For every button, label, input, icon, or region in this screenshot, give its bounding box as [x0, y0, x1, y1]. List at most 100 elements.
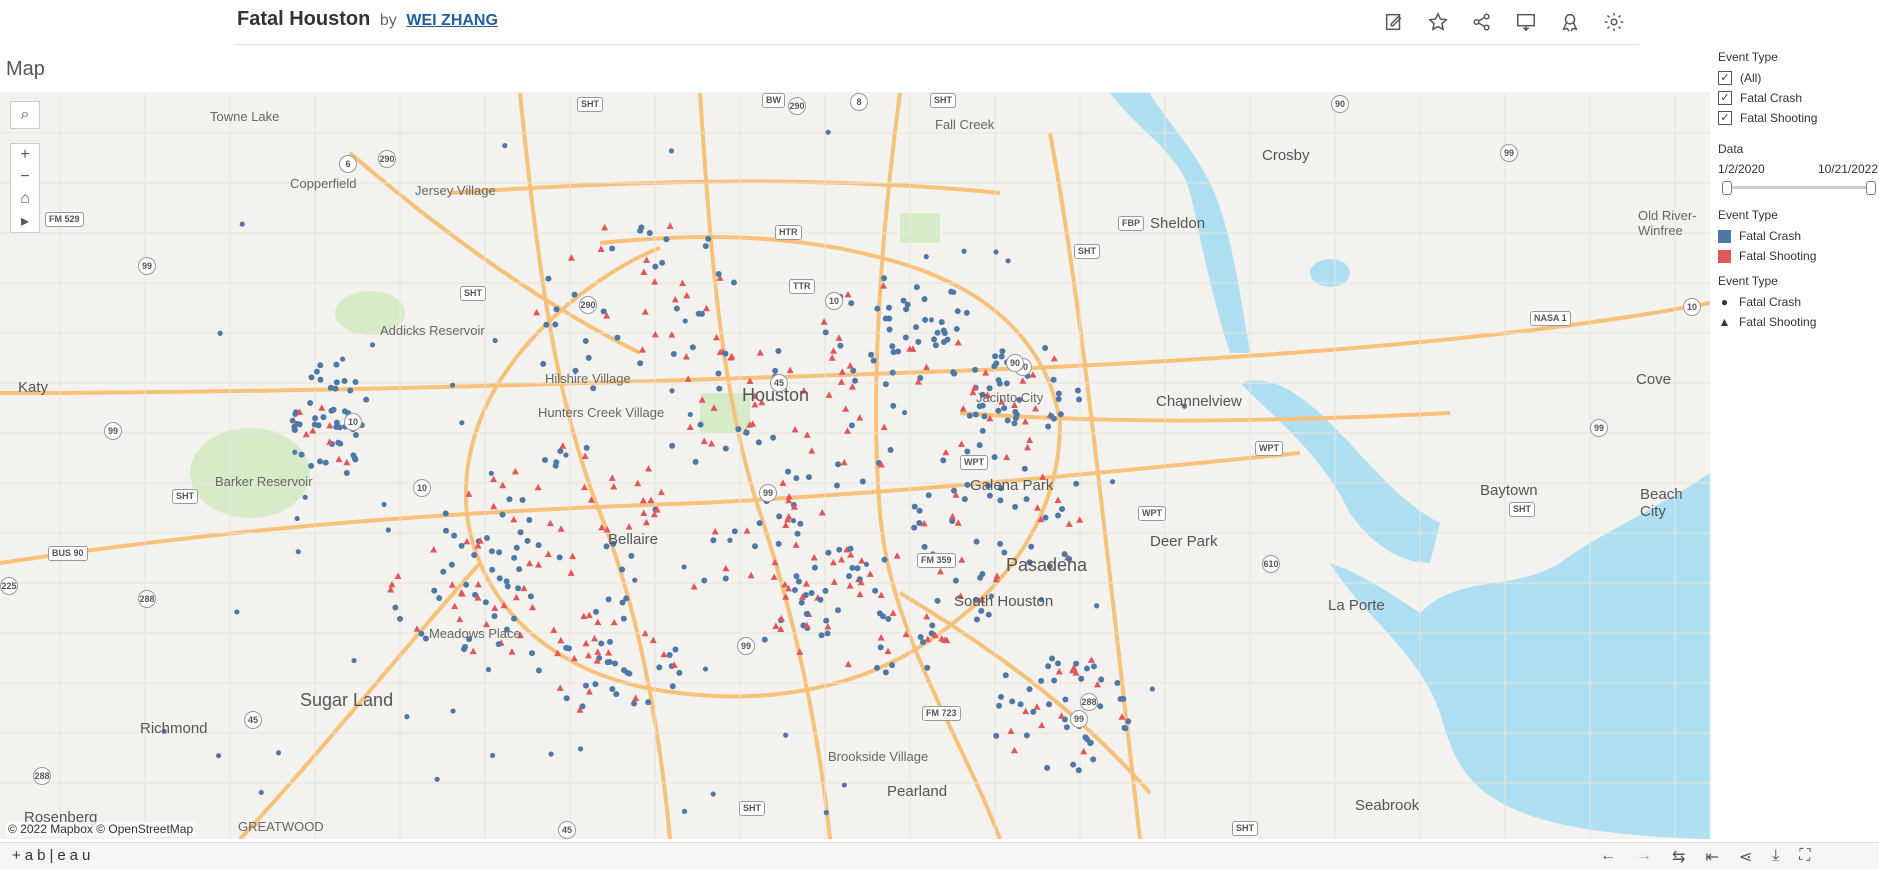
fatal-crash-mark [997, 693, 1004, 700]
zoom-in-icon[interactable]: + [11, 144, 39, 166]
slider-end-handle[interactable] [1866, 181, 1876, 195]
share-icon[interactable]: ⋖ [1739, 847, 1752, 867]
road [698, 93, 832, 839]
fatal-crash-mark [697, 421, 704, 428]
filter-label: Fatal Shooting [1740, 111, 1818, 125]
color-legend-item[interactable]: Fatal Crash [1718, 226, 1878, 246]
fatal-shooting-mark [580, 612, 588, 620]
fatal-crash-mark [333, 361, 340, 368]
fatal-crash-mark [320, 414, 327, 421]
comment-icon[interactable] [1512, 8, 1540, 36]
fatal-shooting-mark [1054, 496, 1062, 503]
highway-shield: SHT [460, 286, 486, 301]
edit-icon[interactable] [1380, 8, 1408, 36]
reset-icon[interactable]: ⇤ [1705, 847, 1718, 867]
fatal-crash-mark [803, 610, 810, 617]
fatal-shooting-mark [508, 648, 516, 655]
checkbox[interactable]: ✓ [1718, 91, 1732, 105]
fatal-shooting-mark [474, 580, 482, 588]
date-start: 1/2/2020 [1718, 162, 1765, 176]
fatal-crash-mark [553, 459, 560, 466]
fatal-crash-mark [689, 344, 696, 351]
place-label: Pearland [887, 783, 948, 800]
fatal-shooting-mark [580, 483, 588, 491]
highway-shield: 45 [558, 821, 576, 839]
fatal-crash-mark [545, 275, 552, 282]
fatal-shooting-mark [923, 363, 931, 371]
fatal-shooting-mark [690, 582, 698, 590]
share-icon[interactable] [1468, 8, 1496, 36]
fatal-crash-mark [302, 494, 308, 500]
filter-item[interactable]: ✓ Fatal Crash [1718, 88, 1878, 108]
fatal-crash-mark [916, 520, 923, 527]
favorite-star-icon[interactable] [1424, 8, 1452, 36]
revert-icon[interactable]: ⇆ [1672, 847, 1685, 867]
settings-gear-icon[interactable] [1600, 8, 1628, 36]
highway-shield: 99 [104, 422, 122, 440]
fatal-crash-mark [889, 343, 896, 350]
slider-start-handle[interactable] [1722, 181, 1732, 195]
divider [237, 44, 1639, 45]
fatal-shooting-mark [567, 569, 575, 576]
fatal-crash-mark [997, 540, 1004, 547]
map-search-icon[interactable]: ⌕ [10, 101, 40, 129]
date-range-slider[interactable] [1722, 180, 1876, 195]
fatal-crash-mark [698, 310, 705, 317]
fatal-shooting-mark [877, 591, 885, 598]
fatal-crash-mark [631, 700, 638, 707]
highway-shield: 290 [378, 150, 396, 168]
shape-legend-item[interactable]: ● Fatal Crash [1718, 292, 1878, 312]
bottom-actions: ← → ⇆ ⇤ ⋖ ⤓ ⛶ [1600, 847, 1811, 867]
download-icon[interactable]: ⤓ [1772, 847, 1779, 867]
filter-item[interactable]: ✓ Fatal Shooting [1718, 108, 1878, 128]
fatal-crash-mark [292, 449, 298, 455]
filter-item[interactable]: ✓ (All) [1718, 68, 1878, 88]
checkbox[interactable]: ✓ [1718, 71, 1732, 85]
checkbox[interactable]: ✓ [1718, 111, 1732, 125]
fatal-shooting-mark [686, 423, 694, 431]
place-label: Channelview [1156, 393, 1242, 410]
fullscreen-icon[interactable]: ⛶ [1799, 847, 1810, 867]
fatal-crash-mark [519, 497, 526, 504]
fatal-crash-mark [991, 363, 998, 370]
fatal-shooting-mark [1019, 377, 1027, 384]
shape-legend-item[interactable]: ▲ Fatal Shooting [1718, 312, 1878, 332]
zoom-out-icon[interactable]: − [11, 166, 39, 188]
redo-icon[interactable]: → [1636, 847, 1652, 867]
home-icon[interactable]: ⌂ [11, 188, 39, 210]
fatal-crash-mark [895, 348, 902, 355]
fatal-crash-mark [722, 575, 729, 582]
fatal-shooting-mark [820, 318, 828, 325]
fatal-crash-mark [913, 324, 920, 331]
fatal-shooting-mark [343, 458, 351, 466]
fatal-crash-mark [585, 354, 592, 361]
fatal-shooting-mark [829, 558, 837, 566]
fatal-crash-mark [710, 791, 716, 797]
fatal-crash-mark [772, 367, 779, 374]
fatal-crash-mark [756, 520, 763, 527]
pan-arrow-icon[interactable]: ▸ [11, 210, 39, 232]
fatal-shooting-mark [660, 650, 668, 658]
fatal-crash-mark [489, 752, 496, 759]
fatal-crash-mark [795, 578, 802, 585]
award-icon[interactable] [1556, 8, 1584, 36]
fatal-crash-mark [751, 543, 758, 550]
fatal-shooting-mark [335, 455, 343, 463]
fatal-crash-mark [681, 808, 688, 814]
fatal-shooting-mark [683, 291, 691, 299]
fatal-crash-mark [327, 384, 334, 391]
highway-shield: SHT [1074, 244, 1100, 259]
road [518, 93, 672, 839]
fatal-crash-mark [890, 402, 897, 409]
map-view[interactable]: ⌕ + − ⌂ ▸ Towne Lake Copperfield Jersey Vi… [0, 92, 1710, 839]
author-link[interactable]: WEI ZHANG [406, 12, 498, 29]
fatal-crash-mark [582, 337, 589, 344]
fatal-shooting-mark [456, 615, 464, 623]
fatal-crash-mark [1149, 686, 1155, 692]
fatal-shooting-mark [1022, 707, 1030, 715]
fatal-crash-mark [731, 528, 738, 535]
fatal-crash-mark [1078, 675, 1085, 682]
fatal-crash-mark [322, 459, 329, 466]
undo-icon[interactable]: ← [1600, 847, 1616, 867]
color-legend-item[interactable]: Fatal Shooting [1718, 246, 1878, 266]
